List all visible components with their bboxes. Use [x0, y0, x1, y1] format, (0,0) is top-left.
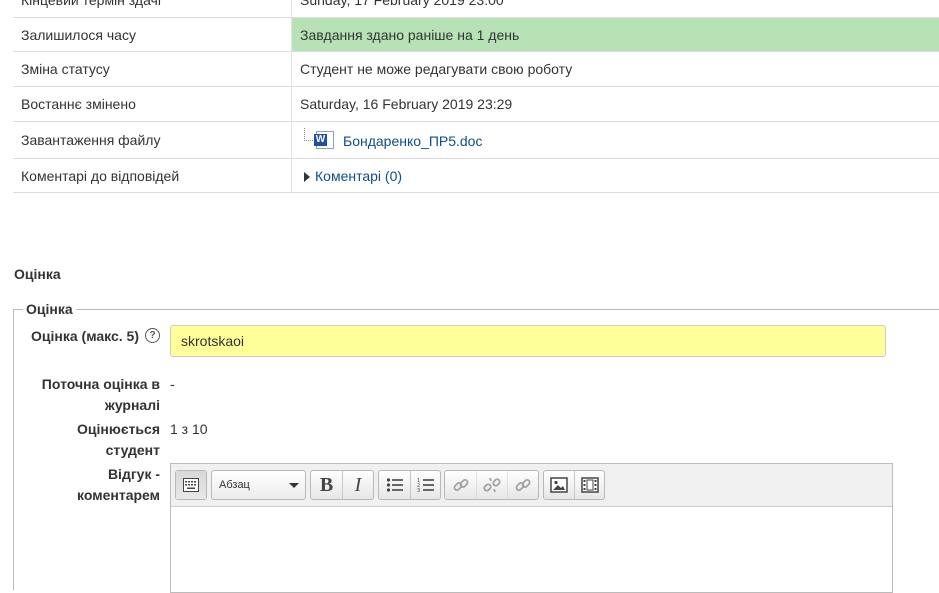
current-grade-value: -: [170, 374, 175, 395]
table-row: Коментарі до відповідей Коментарі (0): [13, 159, 939, 193]
comments-link[interactable]: Коментарі (0): [315, 168, 402, 184]
feedback-editor: Абзац B I 123: [170, 463, 893, 593]
table-row: Залишилося часу Завдання здано раніше на…: [13, 18, 939, 52]
file-cell: W Бондаренко_ПР5.doc: [292, 122, 939, 159]
row-label: Кінцевий термін здачі: [13, 0, 292, 18]
row-label: Коментарі до відповідей: [13, 159, 292, 193]
graded-student-value: 1 з 10: [170, 419, 208, 440]
table-row: Зміна статусу Студент не може редагувати…: [13, 52, 939, 87]
graded-student-label: Оцінюється студент: [50, 419, 160, 461]
numbered-list-icon[interactable]: 123: [411, 471, 440, 499]
anchor-icon[interactable]: [508, 471, 538, 499]
bullet-list-icon[interactable]: [379, 471, 411, 499]
paragraph-format-value: Абзац: [219, 479, 250, 491]
table-row: Завантаження файлу W Бондаренко_ПР5.doc: [13, 122, 939, 159]
editor-toolbar: Абзац B I 123: [171, 464, 892, 507]
status-change-value: Студент не може редагувати свою роботу: [292, 52, 939, 87]
table-row: Кінцевий термін здачі Sunday, 17 Februar…: [13, 0, 939, 18]
italic-icon[interactable]: I: [343, 471, 373, 499]
comments-cell: Коментарі (0): [292, 159, 939, 193]
feedback-label: Відгук - коментарем: [60, 464, 160, 506]
help-icon[interactable]: ?: [145, 328, 160, 343]
row-label: Зміна статусу: [13, 52, 292, 87]
grade-input[interactable]: [170, 325, 886, 357]
toolbar-group: B I: [310, 470, 374, 500]
keyboard-icon[interactable]: [176, 471, 206, 499]
toolbar-group: [444, 470, 539, 500]
editor-content-area[interactable]: [171, 507, 892, 593]
time-remaining-value: Завдання здано раніше на 1 день: [292, 18, 939, 52]
image-icon[interactable]: [544, 471, 575, 499]
bold-icon[interactable]: B: [311, 471, 343, 499]
table-row: Востаннє змінено Saturday, 16 February 2…: [13, 87, 939, 122]
row-label: Залишилося часу: [13, 18, 292, 52]
link-icon[interactable]: [445, 471, 477, 499]
row-label: Завантаження файлу: [13, 122, 292, 159]
grade-label: Оцінка (макс. 5): [31, 326, 139, 347]
paragraph-format-select[interactable]: Абзац: [211, 470, 306, 500]
due-date-value: Sunday, 17 February 2019 23:00: [292, 0, 939, 18]
unlink-icon[interactable]: [477, 471, 508, 499]
toolbar-group: [543, 470, 605, 500]
last-modified-value: Saturday, 16 February 2019 23:29: [292, 87, 939, 122]
chevron-down-icon: [289, 483, 299, 488]
submission-status-table: Кінцевий термін здачі Sunday, 17 Februar…: [13, 0, 939, 193]
svg-text:3: 3: [417, 488, 420, 493]
toolbar-group: [175, 470, 207, 500]
media-icon[interactable]: [575, 471, 604, 499]
grade-section-heading: Оцінка: [14, 266, 61, 282]
file-link[interactable]: Бондаренко_ПР5.doc: [343, 133, 482, 149]
current-grade-label: Поточна оцінка в журналі: [35, 374, 160, 416]
grade-fieldset-legend: Оцінка: [23, 301, 76, 317]
word-document-icon: W: [316, 131, 334, 149]
expand-triangle-icon[interactable]: [304, 172, 310, 182]
row-label: Востаннє змінено: [13, 87, 292, 122]
toolbar-group: 123: [378, 470, 441, 500]
